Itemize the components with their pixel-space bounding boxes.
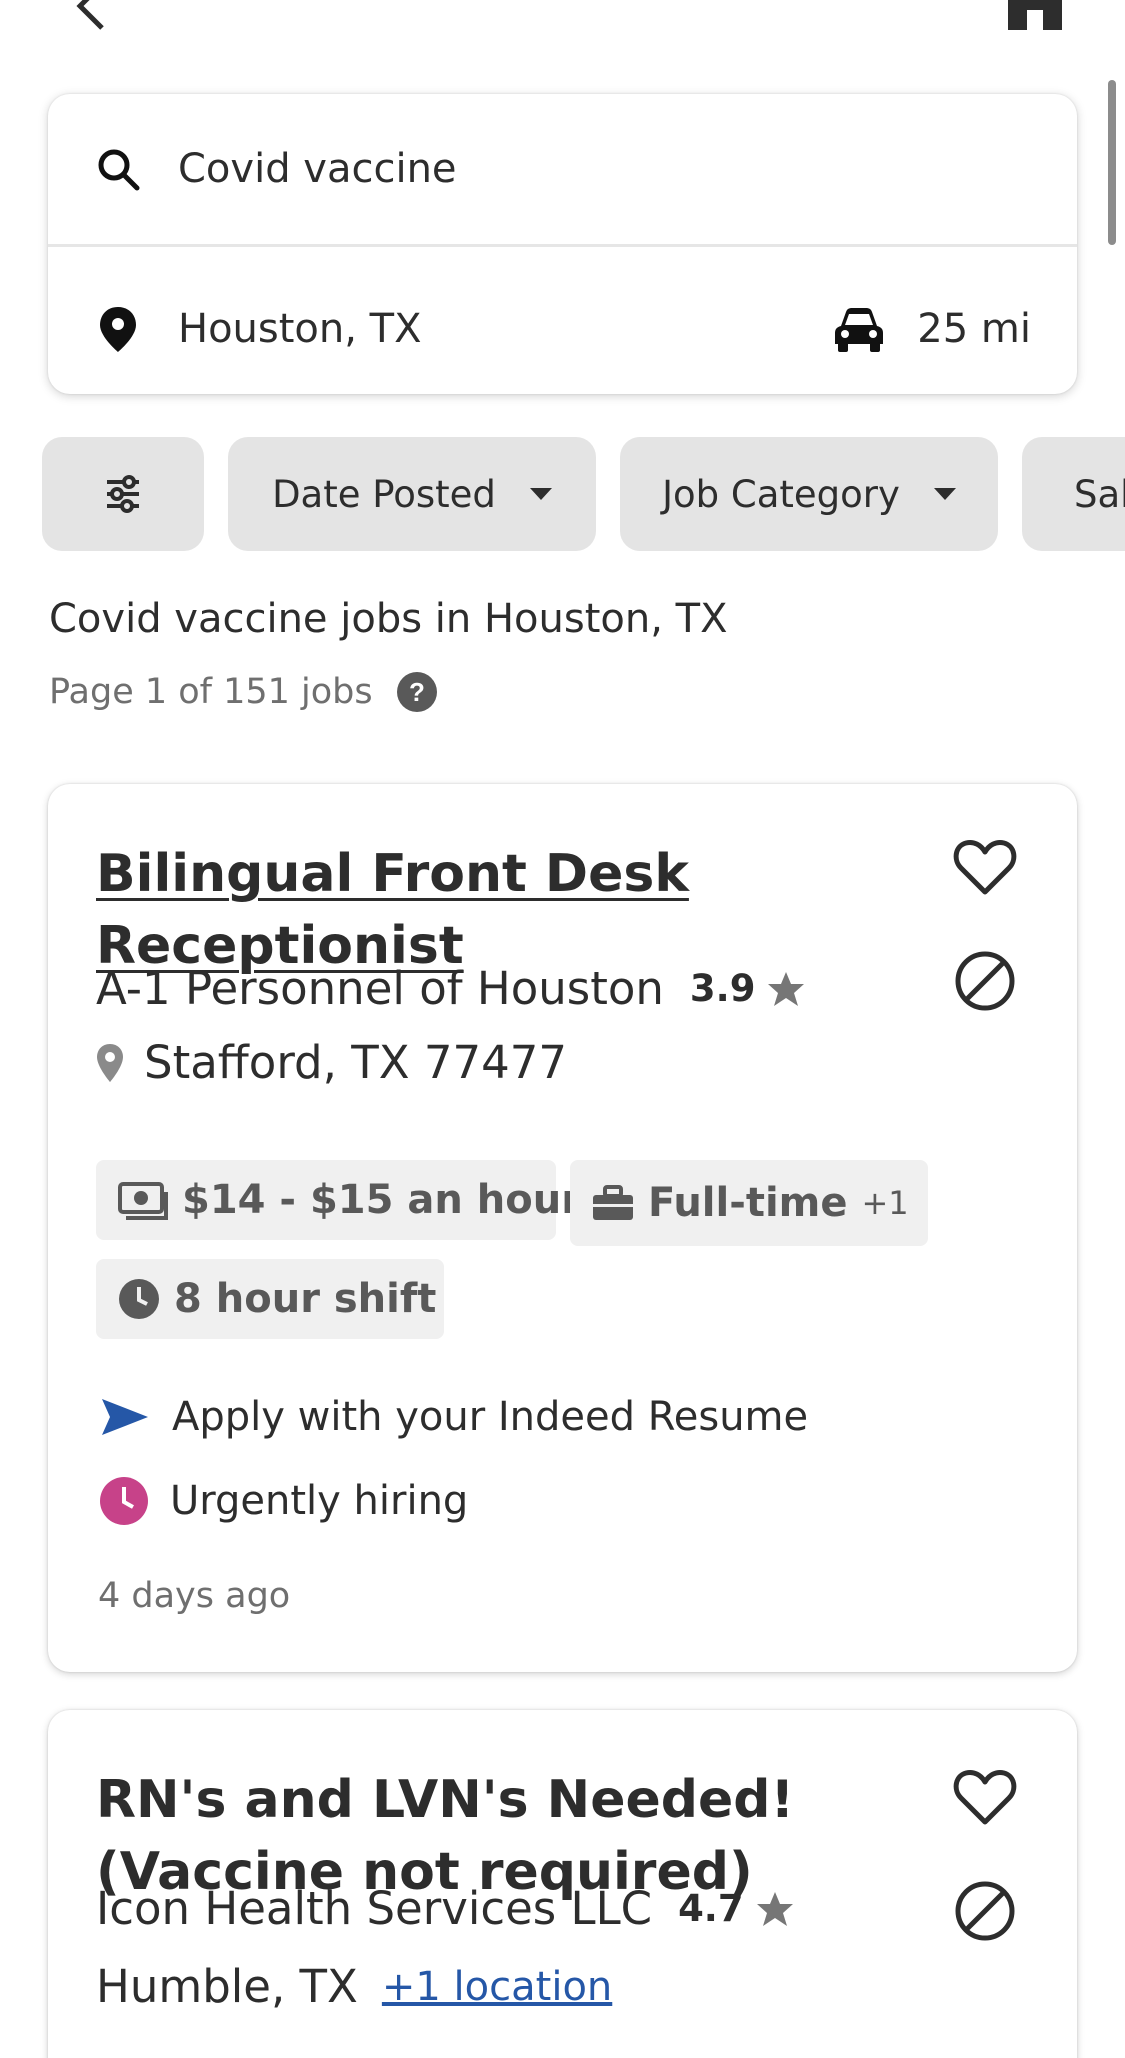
- salary-text: $14 - $15 an hour: [182, 1177, 581, 1223]
- not-interested-icon[interactable]: [952, 1878, 1018, 1944]
- job-type-text: Full-time: [648, 1180, 848, 1226]
- star-icon: [768, 971, 805, 1006]
- urgent-text: Urgently hiring: [170, 1478, 469, 1524]
- scrollbar[interactable]: [1108, 80, 1116, 245]
- star-icon: [756, 1891, 793, 1926]
- filter-chips: Date Posted Job Category Sal: [42, 437, 1125, 551]
- location-row: Humble, TX +1 location: [96, 1960, 612, 2013]
- job-location: Humble, TX: [96, 1960, 358, 2013]
- briefcase-icon: [593, 1185, 633, 1220]
- apply-indeed-row: Apply with your Indeed Resume: [100, 1394, 808, 1440]
- shift-tag: 8 hour shift: [96, 1259, 444, 1339]
- search-query-text[interactable]: Covid vaccine: [178, 146, 1077, 192]
- job-category-label: Job Category: [662, 472, 900, 516]
- company-name: A-1 Personnel of Houston: [96, 962, 664, 1015]
- heart-icon[interactable]: [952, 834, 1018, 900]
- job-type-tag: Full-time +1: [570, 1160, 928, 1246]
- sliders-icon: [107, 475, 139, 513]
- heart-icon[interactable]: [952, 1764, 1018, 1830]
- job-search-page: Covid vaccine Houston, TX 25 mi Date Pos…: [0, 0, 1125, 2058]
- job-location: Stafford, TX 77477: [144, 1036, 567, 1089]
- money-icon: [118, 1182, 168, 1220]
- paper-plane-icon: [102, 1399, 148, 1435]
- search-divider: [48, 244, 1077, 247]
- car-icon: [835, 308, 884, 352]
- posted-date: 4 days ago: [98, 1576, 291, 1616]
- home-icon[interactable]: [1000, 0, 1070, 32]
- where-search-field[interactable]: Houston, TX 25 mi: [48, 264, 1077, 394]
- job-card[interactable]: Bilingual Front Desk Receptionist A-1 Pe…: [48, 784, 1077, 1672]
- urgent-clock-icon: [100, 1477, 148, 1525]
- company-rating: 3.9: [689, 967, 756, 1010]
- clock-icon: [119, 1279, 159, 1319]
- job-title[interactable]: Bilingual Front Desk Receptionist: [96, 838, 916, 982]
- back-arrow-icon[interactable]: [62, 0, 122, 30]
- radius-selector[interactable]: 25 mi: [833, 306, 1031, 352]
- job-card[interactable]: RN's and LVN's Needed! (Vaccine not requ…: [48, 1710, 1077, 2058]
- salary-filter-label: Sal: [1074, 472, 1125, 516]
- date-posted-label: Date Posted: [272, 472, 496, 516]
- results-heading: Covid vaccine jobs in Houston, TX: [49, 596, 728, 642]
- location-row: Stafford, TX 77477: [96, 1036, 567, 1089]
- not-interested-icon[interactable]: [952, 948, 1018, 1014]
- search-icon: [98, 149, 140, 191]
- location-text[interactable]: Houston, TX: [178, 306, 833, 352]
- results-count-row: Page 1 of 151 jobs ?: [49, 672, 437, 712]
- more-locations-link[interactable]: +1 location: [382, 1964, 612, 2010]
- job-category-filter[interactable]: Job Category: [620, 437, 998, 551]
- help-icon[interactable]: ?: [396, 672, 437, 712]
- search-card: Covid vaccine Houston, TX 25 mi: [48, 94, 1077, 394]
- what-search-field[interactable]: Covid vaccine: [48, 94, 1077, 244]
- urgent-row: Urgently hiring: [100, 1477, 468, 1525]
- location-pin-icon: [97, 1043, 123, 1082]
- all-filters-button[interactable]: [42, 437, 204, 551]
- company-row: A-1 Personnel of Houston 3.9: [96, 962, 805, 1015]
- shift-text: 8 hour shift: [174, 1276, 437, 1322]
- svg-text:?: ?: [409, 677, 425, 707]
- location-pin-icon: [100, 307, 136, 352]
- apply-indeed-text: Apply with your Indeed Resume: [172, 1394, 809, 1440]
- salary-tag: $14 - $15 an hour: [96, 1160, 581, 1240]
- caret-down-icon: [933, 488, 956, 500]
- date-posted-filter[interactable]: Date Posted: [228, 437, 596, 551]
- radius-text: 25 mi: [917, 306, 1031, 352]
- results-count: Page 1 of 151 jobs: [49, 672, 373, 712]
- company-row: Icon Health Services LLC 4.7: [96, 1882, 794, 1935]
- caret-down-icon: [529, 488, 552, 500]
- company-name: Icon Health Services LLC: [96, 1882, 653, 1935]
- company-rating: 4.7: [678, 1887, 744, 1930]
- salary-filter[interactable]: Sal: [1022, 437, 1125, 551]
- job-type-more: +1: [861, 1184, 909, 1222]
